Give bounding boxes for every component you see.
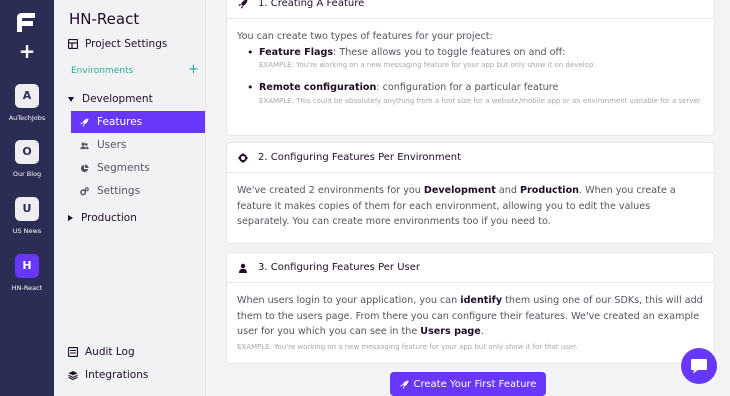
- card-features-per-user: 3. Configuring Features Per User When us…: [226, 252, 715, 364]
- production-term: Production: [519, 185, 580, 196]
- env-production-toggle[interactable]: Production: [68, 208, 137, 228]
- nav-features[interactable]: Features: [71, 111, 205, 133]
- project-title: HN-React: [69, 10, 140, 28]
- project-settings-link[interactable]: Project Settings: [68, 34, 167, 54]
- nav-env-settings[interactable]: Settings: [71, 180, 205, 202]
- card-body: You can create two types of features for…: [227, 19, 714, 116]
- feature-flags-desc: : These allows you to toggle features on…: [333, 46, 566, 58]
- project-our-blog[interactable]: O Our Blog: [0, 140, 54, 178]
- remote-config-desc: : configuration for a particular feature: [376, 82, 559, 93]
- rocket-icon: [236, 0, 250, 11]
- chat-icon: [691, 359, 707, 374]
- development-term: Development: [423, 185, 496, 196]
- chat-launcher-button[interactable]: [681, 348, 717, 384]
- user-example: EXAMPLE: You're working on a new messagi…: [237, 342, 578, 351]
- project-avatar: O: [15, 140, 39, 164]
- create-first-feature-button[interactable]: Create Your First Feature: [390, 372, 546, 396]
- user-icon: [236, 261, 250, 275]
- remote-config-example: EXAMPLE: This could be absolutely anythi…: [259, 96, 701, 105]
- card-header: 3. Configuring Features Per User: [227, 253, 714, 283]
- cogs-icon: [80, 186, 89, 195]
- project-autechjobs[interactable]: A AuTechJobs: [0, 84, 54, 122]
- project-hn-react[interactable]: H HN-React: [0, 254, 54, 292]
- add-environment-button[interactable]: +: [188, 62, 199, 77]
- card-text: When users login to your application, yo…: [237, 295, 461, 306]
- project-label: Our Blog: [12, 170, 42, 178]
- nav-features-label: Features: [97, 116, 143, 128]
- env-development-label: Development: [82, 93, 153, 105]
- audit-log-label: Audit Log: [85, 346, 135, 358]
- card-title: 1. Creating A Feature: [258, 0, 365, 9]
- nav-users[interactable]: Users: [71, 134, 205, 156]
- feature-flags-term: Feature Flags: [259, 46, 334, 58]
- project-avatar: A: [15, 84, 39, 108]
- list-icon: [68, 347, 78, 357]
- card-body: When users login to your application, yo…: [227, 283, 714, 362]
- card-text: We've created 2 environments for you: [237, 185, 424, 196]
- flagsmith-logo[interactable]: [13, 10, 39, 34]
- project-avatar: U: [15, 197, 39, 221]
- nav-users-label: Users: [97, 139, 127, 151]
- pie-chart-icon: [80, 163, 89, 172]
- rocket-icon: [80, 117, 89, 127]
- project-avatar: H: [15, 254, 39, 278]
- card-body: We've created 2 environments for you Dev…: [227, 173, 714, 240]
- layers-icon: [68, 371, 78, 380]
- project-label: US News: [12, 227, 42, 235]
- chevron-right-icon: [68, 215, 73, 221]
- remote-config-term: Remote configuration: [259, 82, 377, 93]
- project-rail: + A AuTechJobs O Our Blog U US News H HN…: [0, 0, 54, 396]
- project-settings-label: Project Settings: [85, 38, 168, 50]
- nav-segments-label: Segments: [97, 162, 150, 174]
- project-label: HN-React: [11, 284, 43, 292]
- users-page-term: Users page: [420, 326, 481, 337]
- main-content: 1. Creating A Feature You can create two…: [206, 0, 730, 396]
- audit-log-link[interactable]: Audit Log: [68, 342, 135, 362]
- feature-flags-example: EXAMPLE: You're working on a new messagi…: [259, 61, 596, 69]
- rocket-icon: [399, 379, 409, 389]
- add-project-button[interactable]: +: [0, 40, 54, 62]
- gear-icon: [236, 151, 250, 165]
- settings-panel-icon: [68, 39, 78, 49]
- integrations-link[interactable]: Integrations: [68, 365, 148, 385]
- card-header: 1. Creating A Feature: [227, 0, 714, 19]
- env-production-label: Production: [81, 212, 137, 224]
- card-title: 2. Configuring Features Per Environment: [258, 152, 462, 163]
- card-header: 2. Configuring Features Per Environment: [227, 143, 714, 173]
- chevron-down-icon: [68, 96, 74, 102]
- card-features-per-environment: 2. Configuring Features Per Environment …: [226, 142, 715, 244]
- nav-segments[interactable]: Segments: [71, 157, 205, 179]
- card-text: and: [495, 185, 520, 196]
- card-title: 3. Configuring Features Per User: [258, 262, 420, 273]
- users-icon: [80, 142, 89, 149]
- list-item: Feature Flags: These allows you to toggl…: [247, 45, 704, 71]
- integrations-label: Integrations: [85, 369, 149, 381]
- identify-term: identify: [460, 295, 503, 306]
- card-text: .: [480, 326, 484, 337]
- create-first-feature-label: Create Your First Feature: [413, 378, 537, 390]
- nav-env-settings-label: Settings: [97, 185, 141, 197]
- card-creating-feature: 1. Creating A Feature You can create two…: [226, 0, 715, 136]
- env-development-toggle[interactable]: Development: [68, 89, 153, 109]
- list-item: Remote configuration: configuration for …: [247, 80, 704, 106]
- environments-header: Environments: [71, 66, 134, 76]
- project-us-news[interactable]: U US News: [0, 197, 54, 235]
- card-intro: You can create two types of features for…: [237, 31, 493, 42]
- project-label: AuTechJobs: [8, 114, 46, 122]
